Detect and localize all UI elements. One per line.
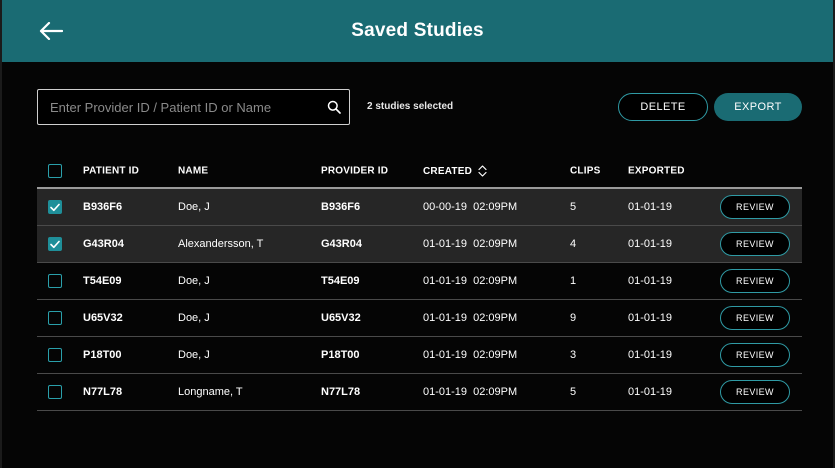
- col-exported[interactable]: EXPORTED: [628, 166, 685, 177]
- select-all-cell: [48, 164, 62, 178]
- cell-patient-id: U65V32: [83, 312, 123, 324]
- cell-name: Doe, J: [178, 201, 210, 213]
- cell-name: Doe, J: [178, 312, 210, 324]
- checkmark-icon: [50, 240, 60, 248]
- review-button[interactable]: REVIEW: [720, 195, 790, 219]
- col-provider-id[interactable]: PROVIDER ID: [321, 166, 388, 177]
- cell-clips: 3: [570, 349, 577, 361]
- search-input[interactable]: [38, 90, 319, 124]
- review-button[interactable]: REVIEW: [720, 343, 790, 367]
- cell-name: Alexandersson, T: [178, 238, 264, 250]
- table-row[interactable]: B936F6 Doe, J B936F6 00-00-19 02:09PM 5 …: [37, 189, 802, 226]
- cell-provider-id: P18T00: [321, 349, 360, 361]
- row-select-cell: [48, 200, 62, 214]
- col-patient-id[interactable]: PATIENT ID: [83, 166, 139, 177]
- table-header: PATIENT ID NAME PROVIDER ID CREATED CLIP…: [37, 155, 802, 189]
- table-row[interactable]: G43R04 Alexandersson, T G43R04 01-01-19 …: [37, 226, 802, 263]
- cell-created: 00-00-19 02:09PM: [423, 201, 518, 213]
- review-cell: REVIEW: [720, 380, 790, 404]
- cell-provider-id: G43R04: [321, 238, 362, 250]
- search-box[interactable]: [37, 89, 350, 125]
- row-select-cell: [48, 348, 62, 362]
- cell-patient-id: N77L78: [83, 386, 123, 398]
- review-button[interactable]: REVIEW: [720, 380, 790, 404]
- search-icon[interactable]: [319, 90, 349, 124]
- cell-patient-id: T54E09: [83, 275, 122, 287]
- review-button[interactable]: REVIEW: [720, 232, 790, 256]
- cell-patient-id: B936F6: [83, 201, 123, 213]
- table-row[interactable]: P18T00 Doe, J P18T00 01-01-19 02:09PM 3 …: [37, 337, 802, 374]
- page-title: Saved Studies: [351, 20, 484, 41]
- row-select-cell: [48, 274, 62, 288]
- review-cell: REVIEW: [720, 306, 790, 330]
- cell-patient-id: G43R04: [83, 238, 124, 250]
- cell-created: 01-01-19 02:09PM: [423, 238, 518, 250]
- cell-created: 01-01-19 02:09PM: [423, 275, 518, 287]
- row-select-cell: [48, 237, 62, 251]
- row-checkbox[interactable]: [48, 200, 62, 214]
- cell-clips: 5: [570, 201, 577, 213]
- cell-patient-id: P18T00: [83, 349, 122, 361]
- header-bar: Saved Studies: [2, 0, 833, 62]
- sort-updown-icon[interactable]: [478, 165, 487, 177]
- export-button[interactable]: EXPORT: [714, 93, 802, 121]
- row-checkbox[interactable]: [48, 348, 62, 362]
- cell-exported: 01-01-19: [628, 201, 673, 213]
- review-button[interactable]: REVIEW: [720, 306, 790, 330]
- row-select-cell: [48, 311, 62, 325]
- cell-created: 01-01-19 02:09PM: [423, 349, 518, 361]
- cell-provider-id: N77L78: [321, 386, 361, 398]
- cell-provider-id: T54E09: [321, 275, 360, 287]
- cell-created: 01-01-19 02:09PM: [423, 386, 518, 398]
- review-cell: REVIEW: [720, 343, 790, 367]
- cell-name: Doe, J: [178, 275, 210, 287]
- row-checkbox[interactable]: [48, 311, 62, 325]
- cell-provider-id: U65V32: [321, 312, 361, 324]
- table-row[interactable]: U65V32 Doe, J U65V32 01-01-19 02:09PM 9 …: [37, 300, 802, 337]
- cell-exported: 01-01-19: [628, 275, 673, 287]
- cell-clips: 1: [570, 275, 577, 287]
- review-cell: REVIEW: [720, 195, 790, 219]
- row-checkbox[interactable]: [48, 385, 62, 399]
- saved-studies-screen: Saved Studies 2 studies selected DELETE …: [0, 0, 835, 468]
- cell-exported: 01-01-19: [628, 238, 673, 250]
- cell-exported: 01-01-19: [628, 386, 673, 398]
- col-created[interactable]: CREATED: [423, 165, 487, 177]
- table-row[interactable]: T54E09 Doe, J T54E09 01-01-19 02:09PM 1 …: [37, 263, 802, 300]
- studies-table: PATIENT ID NAME PROVIDER ID CREATED CLIP…: [37, 155, 802, 411]
- selected-count: 2 studies selected: [367, 101, 454, 112]
- review-cell: REVIEW: [720, 269, 790, 293]
- review-cell: REVIEW: [720, 232, 790, 256]
- select-all-checkbox[interactable]: [48, 164, 62, 178]
- review-button[interactable]: REVIEW: [720, 269, 790, 293]
- cell-created: 01-01-19 02:09PM: [423, 312, 518, 324]
- row-checkbox[interactable]: [48, 274, 62, 288]
- row-checkbox[interactable]: [48, 237, 62, 251]
- cell-clips: 9: [570, 312, 577, 324]
- cell-name: Longname, T: [178, 386, 243, 398]
- cell-name: Doe, J: [178, 349, 210, 361]
- cell-exported: 01-01-19: [628, 349, 673, 361]
- cell-exported: 01-01-19: [628, 312, 673, 324]
- cell-clips: 5: [570, 386, 577, 398]
- col-name[interactable]: NAME: [178, 166, 208, 177]
- col-clips[interactable]: CLIPS: [570, 166, 600, 177]
- cell-clips: 4: [570, 238, 577, 250]
- delete-button[interactable]: DELETE: [618, 93, 708, 121]
- row-select-cell: [48, 385, 62, 399]
- checkmark-icon: [50, 203, 60, 211]
- table-body: B936F6 Doe, J B936F6 00-00-19 02:09PM 5 …: [37, 189, 802, 411]
- col-created-label: CREATED: [423, 165, 472, 177]
- cell-provider-id: B936F6: [321, 201, 361, 213]
- table-row[interactable]: N77L78 Longname, T N77L78 01-01-19 02:09…: [37, 374, 802, 411]
